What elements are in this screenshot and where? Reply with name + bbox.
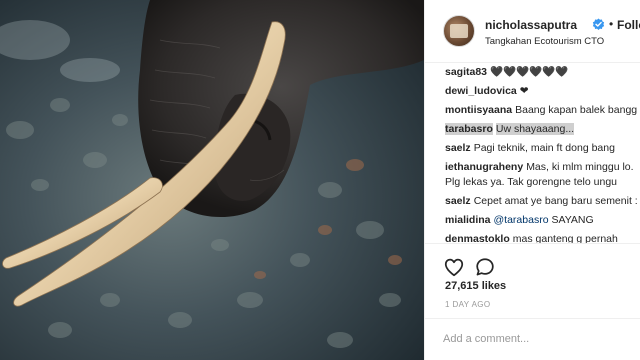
- comment-item: saelz Pagi teknik, main ft dong bang: [445, 142, 615, 155]
- post-timestamp[interactable]: 1 DAY AGO: [445, 300, 491, 309]
- post-location[interactable]: Tangkahan Ecotourism CTO: [485, 36, 604, 47]
- verified-badge-icon: [592, 18, 605, 30]
- comment-username[interactable]: iethanugraheny: [445, 161, 523, 173]
- comment-continuation: Plg lekas ya. Tak gorengne telo ungu: [445, 176, 617, 189]
- comment-item: sagita83 🖤🖤🖤🖤🖤🖤: [445, 66, 568, 79]
- add-comment-input[interactable]: [443, 329, 633, 349]
- elephant-photo: [0, 0, 424, 360]
- heart-icon[interactable]: [443, 256, 465, 278]
- comment-item: montiisyaana Baang kapan balek bangg: [445, 104, 637, 117]
- comment-username[interactable]: dewi_ludovica: [445, 85, 517, 97]
- comment-text: ❤: [519, 85, 529, 97]
- comment-text: Plg lekas ya. Tak gorengne telo ungu: [445, 176, 618, 188]
- comment-mention[interactable]: @tarabasro: [494, 214, 549, 226]
- author-avatar[interactable]: [443, 15, 475, 47]
- comment-text: SAYANG: [551, 214, 594, 226]
- author-username[interactable]: nicholassaputra: [485, 18, 577, 32]
- header-separator: •: [609, 17, 614, 31]
- comment-text: Mas, ki mlm minggu lo.: [526, 161, 634, 173]
- comment-item: saelz Cepet amat ye bang baru semenit :: [445, 195, 638, 208]
- comment-text: Cepet amat ye bang baru semenit :: [473, 195, 638, 207]
- speech-bubble-icon[interactable]: [474, 256, 496, 278]
- comment-item-highlighted: tarabasro Uw shayaaang...: [445, 123, 575, 136]
- post-header: nicholassaputra • Following Tangkahan Ec…: [425, 0, 640, 63]
- comment-item: mialidina @tarabasro SAYANG: [445, 214, 594, 227]
- avatar-image: [450, 24, 468, 38]
- comment-username[interactable]: saelz: [445, 142, 471, 154]
- comment-item: iethanugraheny Mas, ki mlm minggu lo.: [445, 161, 634, 174]
- comment-text: Baang kapan balek bangg: [515, 104, 638, 116]
- comment-username[interactable]: saelz: [445, 195, 471, 207]
- likes-count[interactable]: 27,615 likes: [445, 280, 506, 292]
- post-photo[interactable]: [0, 0, 424, 360]
- instagram-post: nicholassaputra • Following Tangkahan Ec…: [0, 0, 640, 360]
- post-sidebar: nicholassaputra • Following Tangkahan Ec…: [424, 0, 640, 360]
- comment-text: Pagi teknik, main ft dong bang: [473, 142, 615, 154]
- comment-text: 🖤🖤🖤🖤🖤🖤: [490, 66, 569, 78]
- comment-username[interactable]: montiisyaana: [445, 104, 512, 116]
- comment-username[interactable]: mialidina: [445, 214, 491, 226]
- comment-username[interactable]: tarabasro: [445, 123, 493, 135]
- comment-text: Uw shayaaang...: [495, 123, 575, 135]
- comment-item: dewi_ludovica ❤: [445, 85, 529, 98]
- following-button[interactable]: Following: [617, 18, 640, 32]
- comment-username[interactable]: sagita83: [445, 66, 487, 78]
- add-comment-section: [425, 318, 640, 360]
